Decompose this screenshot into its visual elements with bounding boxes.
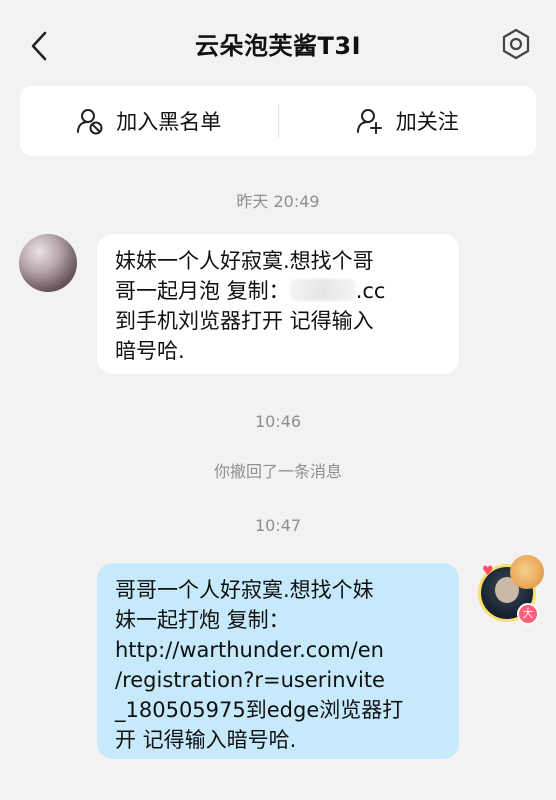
outgoing-message-bubble[interactable]: 哥哥一个人好寂寞.想找个妹 妹一起打炮 复制： http://warthunde…	[97, 563, 459, 759]
redacted-text	[289, 279, 356, 301]
add-to-blacklist-button[interactable]: 加入黑名单	[20, 86, 278, 156]
avatar-decoration	[510, 555, 544, 589]
timestamp: 昨天 20:49	[236, 192, 320, 211]
block-user-icon	[77, 109, 103, 135]
message-line: 开 记得输入暗号哈.	[115, 728, 297, 752]
message-line: http://warthunder.com/en	[115, 638, 384, 662]
follow-label: 加关注	[395, 110, 459, 134]
top-bar: 云朵泡芙酱T3I	[0, 0, 556, 86]
message-line: _180505975到edge浏览器打	[115, 698, 404, 722]
page-title: 云朵泡芙酱T3I	[195, 32, 361, 60]
message-line: .cc	[355, 279, 386, 303]
blacklist-label: 加入黑名单	[116, 110, 222, 134]
recall-notice: 你撤回了一条消息	[213, 462, 342, 481]
message-line: 暗号哈.	[115, 339, 185, 363]
add-user-icon	[356, 109, 382, 134]
settings-hex-icon	[502, 28, 530, 60]
message-line: 到手机刘览器打开 记得输入	[115, 309, 374, 333]
timestamp: 10:47	[254, 516, 302, 535]
message-line: 哥一起月泡 复制：	[115, 279, 290, 303]
message-line: 妹一起打炮 复制：	[115, 608, 290, 632]
message-line: 妹妹一个人好寂寞.想找个哥	[115, 249, 374, 273]
heart-icon: ♥	[482, 564, 494, 579]
timestamp: 10:46	[254, 412, 302, 431]
action-card: 加入黑名单 加关注	[20, 86, 536, 156]
avatar-level-badge: 大	[517, 603, 539, 625]
sender-avatar[interactable]	[19, 234, 77, 292]
message-line: 哥哥一个人好寂寞.想找个妹	[115, 578, 374, 602]
settings-button[interactable]	[496, 24, 536, 64]
message-line: /registration?r=userinvite	[115, 668, 385, 692]
follow-button[interactable]: 加关注	[279, 86, 537, 156]
incoming-message-bubble[interactable]: 妹妹一个人好寂寞.想找个哥 哥一起月泡 复制： .cc 到手机刘览器打开 记得输入…	[97, 234, 459, 374]
